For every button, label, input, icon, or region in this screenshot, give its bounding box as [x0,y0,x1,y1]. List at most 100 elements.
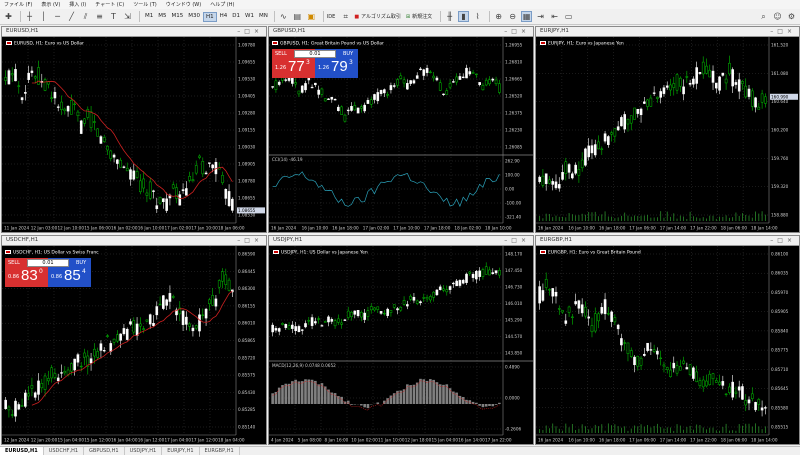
chart-tab[interactable]: EURGBP,H1 [200,447,240,455]
close-icon[interactable]: × [787,237,796,244]
chart-symbol-text: EURUSD, H1: Euro vs US Dollar [14,41,84,47]
chart-window-usdchf[interactable]: USDCHF,H1 –□× 0.86590 0.86445 0.86300 0.86155… [1,235,267,445]
text-tool-icon[interactable]: T [108,11,119,22]
new-chart-icon[interactable]: ✚ [3,11,14,22]
candle-body [718,381,721,385]
toolbar-separator [440,11,442,22]
new-order-button[interactable]: ⊞ 新規注文 [406,13,432,21]
volume-bars [539,211,766,221]
close-icon[interactable]: × [521,28,530,35]
timeframe-m5-button[interactable]: M5 [156,12,168,22]
volume-input[interactable]: 0.01 [27,259,69,267]
candlestick-icon[interactable]: ▮ [458,11,470,22]
timeframe-h1-button[interactable]: H1 [203,11,217,22]
candle-body [425,297,429,300]
candle-body [554,291,558,297]
chart-tab[interactable]: USDCHF,H1 [44,447,85,455]
chart-tab[interactable]: USDJPY,H1 [125,447,163,455]
vertical-line-icon[interactable]: │ [38,11,49,22]
menu-item[interactable]: 表示 (V) [41,1,60,8]
window-title-bar[interactable]: EURJPY,H1 –□× [536,27,799,37]
chart-tab[interactable]: EURJPY,H1 [162,447,200,455]
chart-window-eurgbp[interactable]: EURGBP,H1 –□× 0.86100 0.86035 0.85970 0.85905… [535,235,800,445]
tile-windows-icon[interactable]: ▦ [521,11,533,22]
indicator-icon[interactable]: ∿ [278,11,289,22]
menu-item[interactable]: ウインドウ (W) [166,1,201,8]
timeframe-m15-button[interactable]: M15 [170,12,186,22]
menu-item[interactable]: ファイル (F) [4,1,32,8]
horizontal-line-icon[interactable]: ─ [52,11,63,22]
volume-input[interactable]: 0.01 [294,50,336,58]
algo-trading-button[interactable]: ■ アルゴリズム取引 [354,13,401,21]
candle-body [701,61,705,75]
candle-body [442,93,445,96]
maximize-icon[interactable]: □ [511,28,521,35]
chart-tab[interactable]: GBPUSD,H1 [84,447,125,455]
close-icon[interactable]: × [254,28,263,35]
arrow-tool-icon[interactable]: ⇲ [122,11,133,22]
price-chart[interactable]: 0.86100 0.86035 0.85970 0.85905 0.85840 0.857… [536,246,799,444]
chart-shift-icon[interactable]: ⇤ [549,11,560,22]
chart-window-eurusd[interactable]: EURUSD,H1 –□× 1.09780 1.09655 1.09530 1.09405… [1,26,267,233]
screenshot-icon[interactable]: ▭ [563,11,574,22]
fibonacci-icon[interactable]: ≡ [94,11,105,22]
ide-button[interactable]: IDE [327,14,335,20]
menu-item[interactable]: ヘルプ (H) [210,1,234,8]
timeframe-d1-button[interactable]: D1 [230,12,242,22]
menu-item[interactable]: ツール (T) [133,1,157,8]
crosshair-icon[interactable]: ┼ [24,11,35,22]
channel-icon[interactable]: ⫽ [80,11,91,22]
maximize-icon[interactable]: □ [511,237,521,244]
settings-icon[interactable]: ⚙ [786,11,797,22]
zoom-in-icon[interactable]: ⊕ [493,11,504,22]
candle-body [93,348,96,357]
search-icon[interactable]: ⌕ [758,11,769,22]
menu-item[interactable]: チャート (C) [95,1,124,8]
candle-body [122,328,126,335]
chart-tab[interactable]: EURUSD,H1 [0,447,44,455]
candle-body [194,165,198,174]
candle-body [135,171,139,178]
menu-item[interactable]: 挿入 (I) [69,1,86,8]
objects-icon[interactable]: ▤ [292,11,303,22]
close-icon[interactable]: × [787,28,796,35]
window-title-bar[interactable]: EURGBP,H1 –□× [536,236,799,246]
candle-body [142,328,145,330]
timeframe-h4-button[interactable]: H4 [218,12,230,22]
script-icon[interactable]: ⌗ [340,11,351,22]
timeframe-m1-button[interactable]: M1 [143,12,155,22]
bar-chart-icon[interactable]: ╫ [444,11,455,22]
trendline-icon[interactable]: ╱ [66,11,77,22]
chart-window-usdjpy[interactable]: USDJPY,H1 –□× 148.170 147.450 146.730 146.010… [268,235,534,445]
window-title-bar[interactable]: USDCHF,H1 –□× [2,236,266,246]
close-icon[interactable]: × [254,237,263,244]
timeframe-w1-button[interactable]: W1 [243,12,256,22]
window-title-bar[interactable]: GBPUSD,H1 –□× [269,27,533,37]
timeframe-mn-button[interactable]: MN [257,12,270,22]
candle-body [310,86,314,89]
maximize-icon[interactable]: □ [244,237,254,244]
auto-scroll-icon[interactable]: ⇥ [535,11,546,22]
chart-window-gbpusd[interactable]: GBPUSD,H1 –□× 1.26955 1.26810 1.26665 1.26520… [268,26,534,233]
window-title-bar[interactable]: USDJPY,H1 –□× [269,236,533,246]
price-chart[interactable]: 1.09780 1.09655 1.09530 1.09405 1.09280 1.091… [2,37,266,232]
templates-icon[interactable]: ▣ [306,11,317,22]
candle-body [409,295,412,300]
account-icon[interactable]: ☺ [772,11,783,22]
candle-body [747,88,751,97]
candle-body [675,365,679,374]
zoom-out-icon[interactable]: ⊖ [507,11,518,22]
close-icon[interactable]: × [521,237,530,244]
timeframe-m30-button[interactable]: M30 [186,12,202,22]
price-chart[interactable]: 148.170 147.450 146.730 146.010 145.290 144.5… [269,246,533,444]
chart-window-eurjpy[interactable]: EURJPY,H1 –□× 161.520 161.080 160.640 160.200… [535,26,800,233]
candle-body [445,90,449,95]
maximize-icon[interactable]: □ [777,237,787,244]
time-axis-label: 8 Jan 16:00 [325,438,349,443]
price-chart[interactable]: 161.520 161.080 160.640 160.200 159.760 159.3… [536,37,799,232]
maximize-icon[interactable]: □ [244,28,254,35]
maximize-icon[interactable]: □ [777,28,787,35]
line-chart-icon[interactable]: ⌇ [472,11,483,22]
candle-body [491,272,495,275]
window-title-bar[interactable]: EURUSD,H1 –□× [2,27,266,37]
